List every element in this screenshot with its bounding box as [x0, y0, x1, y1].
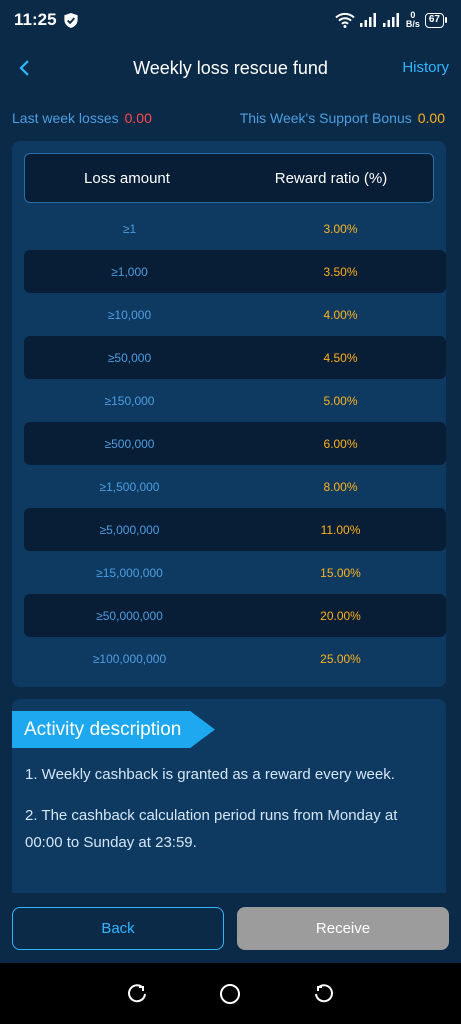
reward-ratio-cell: 15.00% — [320, 565, 361, 580]
activity-item: 1. Weekly cashback is granted as a rewar… — [25, 766, 395, 783]
loss-amount-cell: ≥100,000,000 — [92, 651, 167, 666]
activity-description-panel: Activity description 1. Weekly cashback … — [12, 699, 446, 909]
reward-ratio-cell: 25.00% — [320, 651, 361, 666]
loss-amount-cell: ≥1,000 — [111, 264, 148, 279]
home-icon[interactable] — [215, 979, 245, 1009]
header: Weekly loss rescue fund History — [0, 40, 461, 96]
table-row: ≥50,000,000 20.00% — [24, 594, 446, 637]
status-bar: 11:25 0 B/s 67 — [0, 0, 461, 40]
column-header-loss-amount: Loss amount — [84, 169, 170, 187]
activity-description-body: 1. Weekly cashback is granted as a rewar… — [25, 761, 430, 870]
status-right: 0 B/s 67 — [335, 11, 447, 29]
signal-icon — [359, 13, 376, 27]
column-header-reward-ratio: Reward ratio (%) — [274, 169, 388, 187]
system-nav-bar — [0, 963, 461, 1024]
table-row: ≥1,000 3.50% — [24, 250, 446, 293]
support-bonus-value: 0.00 — [417, 110, 445, 126]
summary-row: Last week losses 0.00 This Week's Support… — [12, 106, 445, 130]
back-arrow-icon[interactable] — [10, 54, 38, 82]
shield-icon — [63, 12, 78, 28]
reward-table-panel: Loss amount Reward ratio (%) ≥1 3.00% ≥1,… — [12, 141, 446, 687]
table-row: ≥1 3.00% — [24, 207, 446, 250]
reward-ratio-cell: 20.00% — [320, 608, 361, 623]
support-bonus: This Week's Support Bonus 0.00 — [240, 110, 445, 126]
bottom-action-bar: Back Receive — [0, 893, 461, 963]
activity-description-title: Activity description — [12, 711, 215, 748]
table-row: ≥1,500,000 8.00% — [24, 465, 446, 508]
reward-ratio-cell: 3.00% — [323, 221, 358, 236]
back-icon[interactable] — [309, 979, 339, 1009]
back-button[interactable]: Back — [12, 907, 224, 950]
reward-ratio-cell: 4.00% — [323, 307, 358, 322]
reward-ratio-cell: 4.50% — [323, 350, 358, 365]
loss-amount-cell: ≥1,500,000 — [99, 479, 160, 494]
reward-ratio-cell: 6.00% — [323, 436, 358, 451]
signal-icon — [382, 13, 399, 27]
status-time: 11:25 — [14, 10, 57, 29]
wifi-icon — [335, 12, 355, 28]
loss-amount-cell: ≥15,000,000 — [96, 565, 163, 580]
net-speed-unit: B/s — [405, 19, 420, 29]
activity-item: 2. The cashback calculation period runs … — [25, 807, 398, 851]
reward-ratio-cell: 5.00% — [323, 393, 358, 408]
last-week-losses-label: Last week losses — [12, 110, 119, 126]
table-rows: ≥1 3.00% ≥1,000 3.50% ≥10,000 4.00% ≥50,000… — [24, 207, 446, 680]
history-link[interactable]: History — [402, 59, 449, 76]
loss-amount-cell: ≥50,000,000 — [96, 608, 163, 623]
net-speed: 0 B/s — [406, 11, 420, 29]
loss-amount-cell: ≥500,000 — [104, 436, 155, 451]
loss-amount-cell: ≥1 — [122, 221, 137, 236]
table-row: ≥5,000,000 11.00% — [24, 508, 446, 551]
last-week-losses: Last week losses 0.00 — [12, 110, 152, 126]
loss-amount-cell: ≥150,000 — [104, 393, 155, 408]
table-row: ≥15,000,000 15.00% — [24, 551, 446, 594]
reward-ratio-cell: 8.00% — [323, 479, 358, 494]
table-row: ≥150,000 5.00% — [24, 379, 446, 422]
table-row: ≥50,000 4.50% — [24, 336, 446, 379]
loss-amount-cell: ≥5,000,000 — [99, 522, 160, 537]
screen: 11:25 0 B/s 67 Weekly loss rescue fund H… — [0, 0, 461, 1024]
page-title: Weekly loss rescue fund — [133, 57, 328, 78]
last-week-losses-value: 0.00 — [124, 110, 152, 126]
loss-amount-cell: ≥50,000 — [107, 350, 152, 365]
table-row: ≥100,000,000 25.00% — [24, 637, 446, 680]
reward-ratio-cell: 11.00% — [320, 522, 361, 537]
support-bonus-label: This Week's Support Bonus — [239, 110, 412, 126]
loss-amount-cell: ≥10,000 — [107, 307, 152, 322]
battery-level: 67 — [424, 12, 444, 28]
receive-button[interactable]: Receive — [237, 907, 449, 950]
recents-icon[interactable] — [122, 979, 152, 1009]
battery-icon: 67 — [424, 12, 447, 28]
table-header: Loss amount Reward ratio (%) — [24, 153, 434, 203]
table-row: ≥10,000 4.00% — [24, 293, 446, 336]
reward-ratio-cell: 3.50% — [323, 264, 358, 279]
table-row: ≥500,000 6.00% — [24, 422, 446, 465]
